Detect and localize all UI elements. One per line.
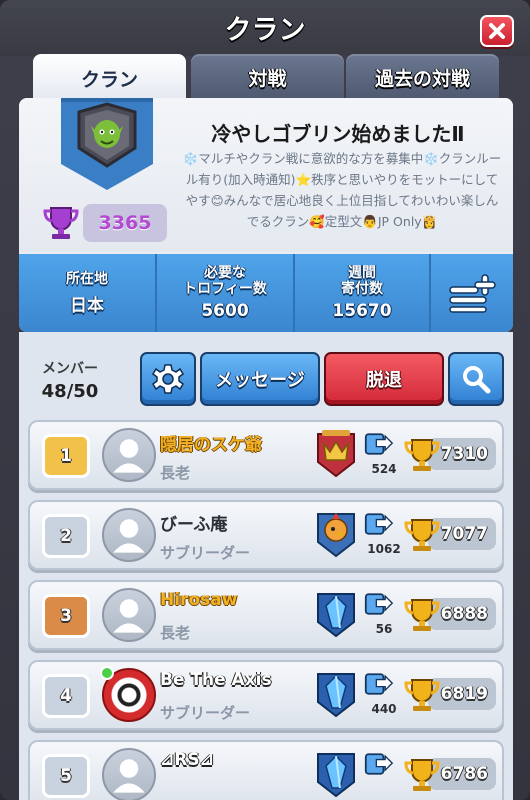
donation-stat: 524 xyxy=(364,430,398,486)
member-rank-badge: 5 xyxy=(42,754,90,798)
trophy-icon xyxy=(404,599,440,631)
stat-required-trophies: 必要な トロフィー数 5600 xyxy=(157,254,295,332)
trophy-icon xyxy=(404,759,440,791)
avatar xyxy=(102,748,156,800)
member-rank-badge: 1 xyxy=(42,434,90,478)
arena-badge-icon xyxy=(314,588,358,640)
arena-badge-icon xyxy=(314,668,358,720)
card-donation-icon xyxy=(364,513,394,535)
member-role: サブリーダー xyxy=(160,544,251,562)
close-icon xyxy=(489,23,505,39)
tab-clan[interactable]: クラン xyxy=(33,54,186,102)
trophy-icon xyxy=(404,519,440,551)
trophy-icon xyxy=(404,439,440,471)
member-role: サブリーダー xyxy=(160,704,251,722)
member-row[interactable]: 2 びーふ庵サブリーダー 1062 7077 xyxy=(28,500,504,570)
clan-menu-button[interactable] xyxy=(431,254,513,332)
stat-location-label: 所在地 xyxy=(66,270,108,287)
member-trophies: 7077 xyxy=(402,512,498,556)
card-donation-icon xyxy=(364,673,394,695)
member-name: ⊿RS⊿ xyxy=(160,750,214,770)
member-name: Hirosaw xyxy=(160,590,238,610)
clan-stats-bar: 所在地 日本 必要な トロフィー数 5600 週間 寄付数 15670 xyxy=(19,254,513,332)
member-trophies: 6888 xyxy=(402,592,498,636)
member-rank-badge: 4 xyxy=(42,674,90,718)
member-role: 長老 xyxy=(160,624,191,642)
close-button[interactable] xyxy=(480,15,514,47)
donation-count: 56 xyxy=(375,622,393,636)
clan-trophy-score: 3365 xyxy=(41,202,191,242)
member-role: 長老 xyxy=(160,464,191,482)
member-row[interactable]: 4 Be The Axis サブリーダー 440 6819 xyxy=(28,660,504,730)
donation-stat: 440 xyxy=(364,670,398,726)
member-row[interactable]: 3 Hirosaw 長老 56 6888 xyxy=(28,580,504,650)
search-member-button[interactable] xyxy=(448,352,504,406)
donation-count: 440 xyxy=(371,702,397,716)
title-bar: クラン xyxy=(0,0,530,56)
stat-location: 所在地 日本 xyxy=(19,254,157,332)
magnifier-icon xyxy=(463,366,491,394)
member-trophies: 6786 xyxy=(402,752,498,796)
trophy-icon xyxy=(43,207,79,239)
stat-weekly-donations: 週間 寄付数 15670 xyxy=(295,254,431,332)
card-donation-icon xyxy=(364,433,394,455)
member-rank-badge: 3 xyxy=(42,594,90,638)
member-name: Be The Axis xyxy=(160,670,272,690)
donation-stat xyxy=(364,750,398,800)
stat-donations-value: 15670 xyxy=(332,301,392,321)
tab-bar: クラン 対戦 過去の対戦 xyxy=(33,54,511,102)
user-silhouette-icon xyxy=(113,599,145,633)
member-row[interactable]: 5 ⊿RS⊿ 6786 xyxy=(28,740,504,800)
member-count: メンバー 48/50 xyxy=(30,358,110,402)
donation-stat: 1062 xyxy=(364,510,401,566)
member-name: 隠居のスケ爺 xyxy=(160,435,262,455)
avatar xyxy=(102,428,156,482)
online-status-dot xyxy=(100,666,114,680)
avatar xyxy=(102,588,156,642)
clan-info: 3365 冷やしゴブリン始めましたⅡ ❄️マルチやクラン戦に意欲的な方を募集中❄… xyxy=(19,98,513,252)
member-name: びーふ庵 xyxy=(160,515,228,535)
clan-description: ❄️マルチやクラン戦に意欲的な方を募集中❄️クランルール有り(加入時通知)⭐秩序… xyxy=(182,151,502,229)
page-title: クラン xyxy=(224,15,306,46)
goblin-shield-icon xyxy=(61,98,153,190)
donation-count: 524 xyxy=(371,462,397,476)
member-rank-badge: 2 xyxy=(42,514,90,558)
member-count-label: メンバー xyxy=(42,361,98,377)
card-donation-icon xyxy=(364,753,394,775)
stat-location-value: 日本 xyxy=(70,295,104,316)
member-count-value: 48/50 xyxy=(41,381,99,402)
stat-required-value: 5600 xyxy=(201,301,249,321)
member-trophies: 7310 xyxy=(402,432,498,476)
list-add-icon xyxy=(449,274,496,313)
user-silhouette-icon xyxy=(113,759,145,793)
clan-name: 冷やしゴブリン始めましたⅡ xyxy=(211,122,465,146)
user-silhouette-icon xyxy=(113,439,145,473)
stat-required-label: 必要な トロフィー数 xyxy=(183,265,267,297)
clan-screen: クラン クラン 対戦 過去の対戦 3365 冷やしゴブリン始めましたⅡ ❄️マル… xyxy=(0,0,530,800)
avatar xyxy=(102,508,156,562)
message-button[interactable]: メッセージ xyxy=(200,352,320,406)
clan-settings-button[interactable] xyxy=(140,352,196,406)
leave-clan-button[interactable]: 脱退 xyxy=(324,352,444,406)
user-silhouette-icon xyxy=(113,519,145,553)
clan-trophy-value: 3365 xyxy=(83,204,167,242)
member-trophies: 6819 xyxy=(402,672,498,716)
arena-badge-icon xyxy=(314,508,358,560)
tab-past-wars[interactable]: 過去の対戦 xyxy=(346,54,499,100)
card-donation-icon xyxy=(364,593,394,615)
stat-donations-label: 週間 寄付数 xyxy=(341,265,383,297)
arena-badge-icon xyxy=(314,748,358,800)
tab-war[interactable]: 対戦 xyxy=(191,54,344,100)
donation-stat: 56 xyxy=(364,590,398,646)
clan-info-panel: 3365 冷やしゴブリン始めましたⅡ ❄️マルチやクラン戦に意欲的な方を募集中❄… xyxy=(19,98,513,332)
gear-icon xyxy=(152,364,184,394)
trophy-icon xyxy=(404,679,440,711)
arena-badge-icon xyxy=(314,428,358,480)
donation-count: 1062 xyxy=(367,542,401,556)
member-row[interactable]: 1 隠居のスケ爺 長老 524 7310 xyxy=(28,420,504,490)
